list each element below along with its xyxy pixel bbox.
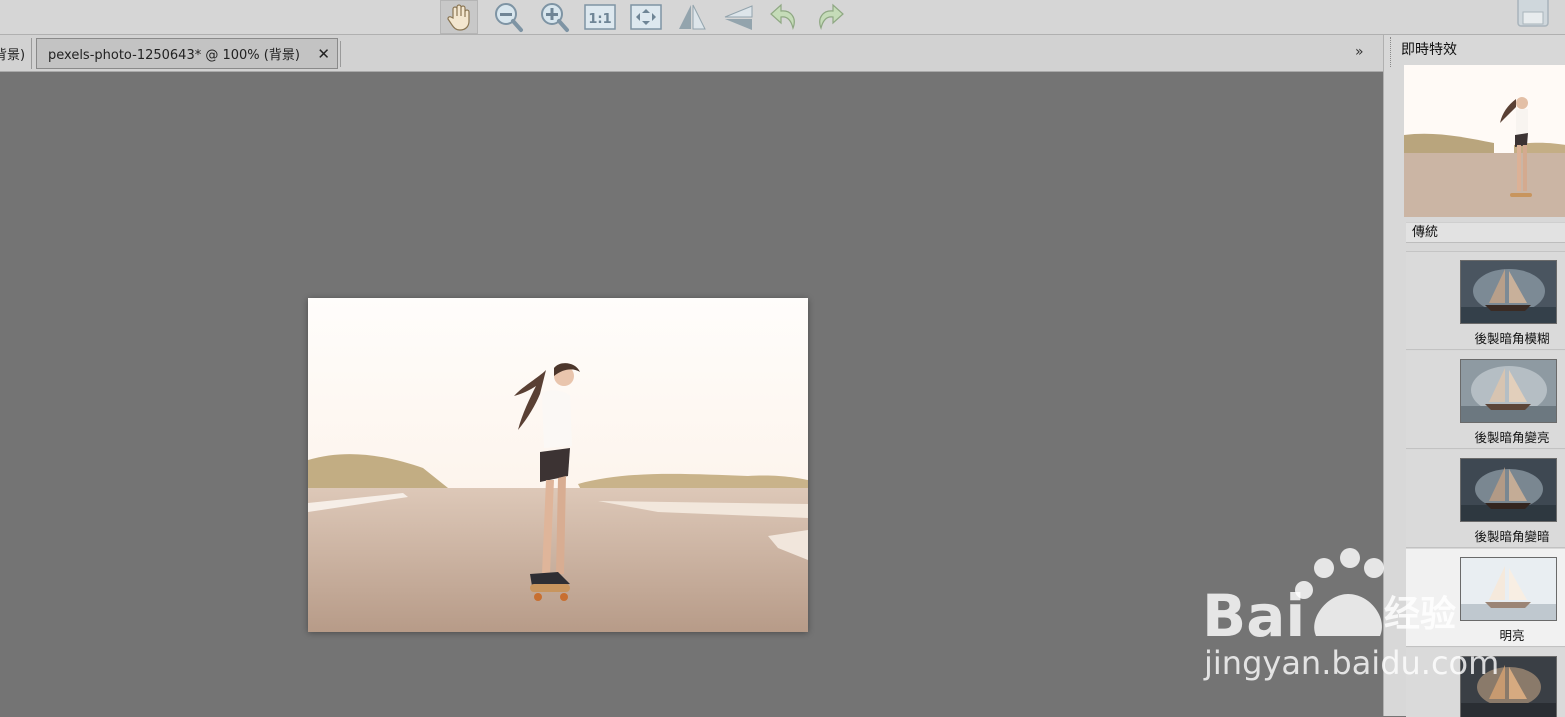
actual-size-icon: 1:1: [584, 4, 616, 30]
zoom-in-icon: [541, 3, 569, 32]
effect-thumbnail: [1460, 260, 1557, 324]
sailboat-thumbnail: [1461, 261, 1556, 323]
rotate-left-icon: [770, 3, 795, 30]
effect-category-dropdown[interactable]: 傳統: [1406, 222, 1565, 243]
tab-divider: [340, 41, 341, 67]
hand-tool-button[interactable]: [440, 0, 478, 34]
flip-horizontal-icon: [679, 4, 706, 30]
effect-thumbnail: [1460, 656, 1557, 717]
floppy-disk-icon: [1517, 0, 1549, 27]
effect-thumbnail: [1460, 359, 1557, 423]
zoom-out-icon: [495, 3, 523, 32]
effect-item-vignette-darken[interactable]: 後製暗角變暗: [1406, 450, 1565, 548]
save-button[interactable]: [1512, 0, 1552, 30]
panel-title: 即時特效: [1401, 42, 1457, 58]
effect-item-vignette-lighten[interactable]: 後製暗角變亮: [1406, 351, 1565, 449]
tab-previous-label: 背景): [0, 48, 26, 63]
fit-window-button[interactable]: [627, 0, 665, 34]
effect-label: 後製暗角模糊: [1474, 331, 1550, 346]
effect-label: 後製暗角變暗: [1474, 529, 1550, 544]
zoom-in-button[interactable]: [535, 0, 573, 34]
actual-size-label: 1:1: [588, 12, 611, 27]
toolbar: 1:1: [0, 0, 1565, 35]
flip-horizontal-button[interactable]: [673, 0, 711, 34]
document-tab-bar: 背景) pexels-photo-1250643* @ 100% (背景) ✕ …: [0, 35, 1383, 72]
skateboarder-photo: [308, 298, 808, 632]
rotate-right-button[interactable]: [811, 0, 849, 34]
sailboat-thumbnail: [1461, 558, 1556, 620]
preview-photo: [1404, 65, 1565, 217]
flip-vertical-button[interactable]: [719, 0, 757, 34]
hand-icon: [447, 4, 470, 31]
tab-close-button[interactable]: ✕: [317, 45, 330, 63]
sailboat-thumbnail: [1461, 657, 1556, 717]
effect-preview: [1404, 65, 1565, 217]
rotate-left-button[interactable]: [765, 0, 803, 34]
svg-text:Bai: Bai: [1202, 582, 1305, 648]
sailboat-thumbnail: [1461, 360, 1556, 422]
rotate-right-icon: [819, 3, 844, 30]
tab-previous-document[interactable]: 背景): [0, 38, 32, 69]
effect-label: 後製暗角變亮: [1474, 430, 1550, 445]
canvas-photo[interactable]: [308, 298, 808, 632]
effect-thumbnail: [1460, 557, 1557, 621]
sailboat-thumbnail: [1461, 459, 1556, 521]
tab-active-label: pexels-photo-1250643* @ 100% (背景): [48, 48, 300, 63]
tab-scroll-right-icon[interactable]: »: [1355, 44, 1364, 60]
flip-vertical-icon: [724, 5, 753, 30]
actual-size-button[interactable]: 1:1: [581, 0, 619, 34]
effect-item-next[interactable]: [1406, 648, 1565, 717]
effect-list: 後製暗角模糊 後製暗角變亮 後製暗角變暗 明亮: [1406, 251, 1565, 717]
tab-active-document[interactable]: pexels-photo-1250643* @ 100% (背景) ✕: [36, 38, 338, 69]
fit-window-icon: [630, 4, 662, 30]
panel-grip-handle[interactable]: [1390, 37, 1393, 67]
effect-item-vignette-blur[interactable]: 後製暗角模糊: [1406, 252, 1565, 350]
effect-item-bright[interactable]: 明亮: [1406, 549, 1565, 647]
zoom-out-button[interactable]: [489, 0, 527, 34]
effect-label: 明亮: [1499, 628, 1525, 643]
effect-thumbnail: [1460, 458, 1557, 522]
live-effects-panel: 即時特效 傳統 後製暗角模糊 後製暗角變亮 後製暗角變暗 明亮: [1383, 35, 1565, 717]
